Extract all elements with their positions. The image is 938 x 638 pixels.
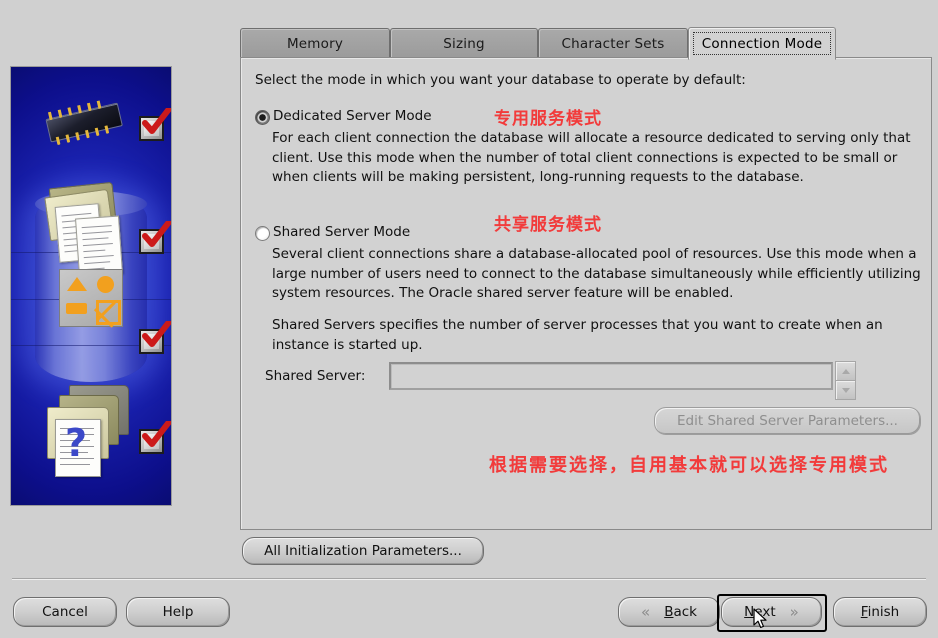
next-label: Next: [744, 604, 776, 620]
annotation-dedicated: 专用服务模式: [494, 109, 602, 129]
edit-shared-server-parameters-button[interactable]: Edit Shared Server Parameters...: [654, 407, 921, 435]
connection-mode-panel: Select the mode in which you want your d…: [240, 57, 932, 530]
triangle-down-icon: [841, 387, 850, 393]
finish-button[interactable]: Finish: [833, 597, 927, 627]
all-initialization-parameters-label: All Initialization Parameters...: [264, 543, 462, 559]
application-window: ? Memory Sizing Character Sets Connectio…: [0, 0, 938, 638]
checkmark-icon: [142, 321, 171, 347]
spinner-up-button[interactable]: [835, 361, 856, 381]
chevron-double-right-icon: »: [789, 603, 799, 621]
label-shared-server-mode: Shared Server Mode: [273, 224, 411, 240]
question-document-graphic: ?: [55, 419, 101, 477]
checkmark-icon: [142, 108, 171, 134]
edit-shared-server-parameters-label: Edit Shared Server Parameters...: [677, 413, 898, 429]
shapes-palette-icon: [59, 269, 123, 328]
wizard-illustration-panel: ?: [10, 66, 172, 506]
finish-label: Finish: [860, 604, 900, 620]
step-check-3: [139, 321, 171, 355]
tab-label: Character Sets: [561, 35, 665, 52]
checkmark-icon: [142, 421, 171, 447]
document-page-graphic: [75, 215, 123, 277]
checkmark-icon: [142, 221, 171, 247]
label-dedicated-server-mode: Dedicated Server Mode: [273, 108, 432, 124]
memory-chip-icon: [36, 96, 127, 148]
step-check-2: [139, 221, 171, 255]
tab-connection-mode[interactable]: Connection Mode: [688, 27, 836, 60]
next-button[interactable]: Next »: [721, 597, 822, 627]
help-label: Help: [162, 604, 194, 620]
step-check-1: [139, 108, 171, 142]
back-button[interactable]: « Back: [618, 597, 720, 627]
cancel-label: Cancel: [42, 604, 88, 620]
description-shared-server-mode: Several client connections share a datab…: [272, 246, 921, 301]
tab-character-sets[interactable]: Character Sets: [538, 28, 688, 58]
tab-sizing[interactable]: Sizing: [390, 28, 538, 58]
tab-strip: Memory Sizing Character Sets Connection …: [240, 27, 930, 60]
radio-shared-server-mode[interactable]: [255, 226, 270, 241]
footer-divider-highlight: [12, 579, 926, 580]
all-initialization-parameters-button[interactable]: All Initialization Parameters...: [242, 537, 484, 565]
triangle-up-icon: [841, 368, 850, 374]
shared-server-spinner[interactable]: [835, 361, 856, 400]
tab-label: Memory: [286, 35, 344, 52]
step-check-4: [139, 421, 171, 455]
tab-memory[interactable]: Memory: [240, 28, 390, 58]
spinner-down-button[interactable]: [835, 380, 856, 400]
chevron-double-left-icon: «: [641, 603, 651, 621]
back-label: Back: [664, 604, 697, 620]
description-dedicated-server-mode: For each client connection the database …: [272, 130, 911, 185]
shared-server-input[interactable]: [389, 362, 833, 390]
cancel-button[interactable]: Cancel: [13, 597, 117, 627]
radio-dedicated-server-mode[interactable]: [255, 110, 270, 125]
panel-intro-text: Select the mode in which you want your d…: [255, 72, 746, 88]
shared-server-field-label: Shared Server:: [265, 368, 366, 384]
help-button[interactable]: Help: [126, 597, 230, 627]
shared-servers-note: Shared Servers specifies the number of s…: [272, 317, 883, 353]
tab-label: Sizing: [443, 35, 485, 52]
annotation-bottom: 根据需要选择，自用基本就可以选择专用模式: [489, 455, 889, 476]
annotation-shared: 共享服务模式: [494, 215, 602, 235]
tab-focus-indicator: [693, 32, 831, 55]
